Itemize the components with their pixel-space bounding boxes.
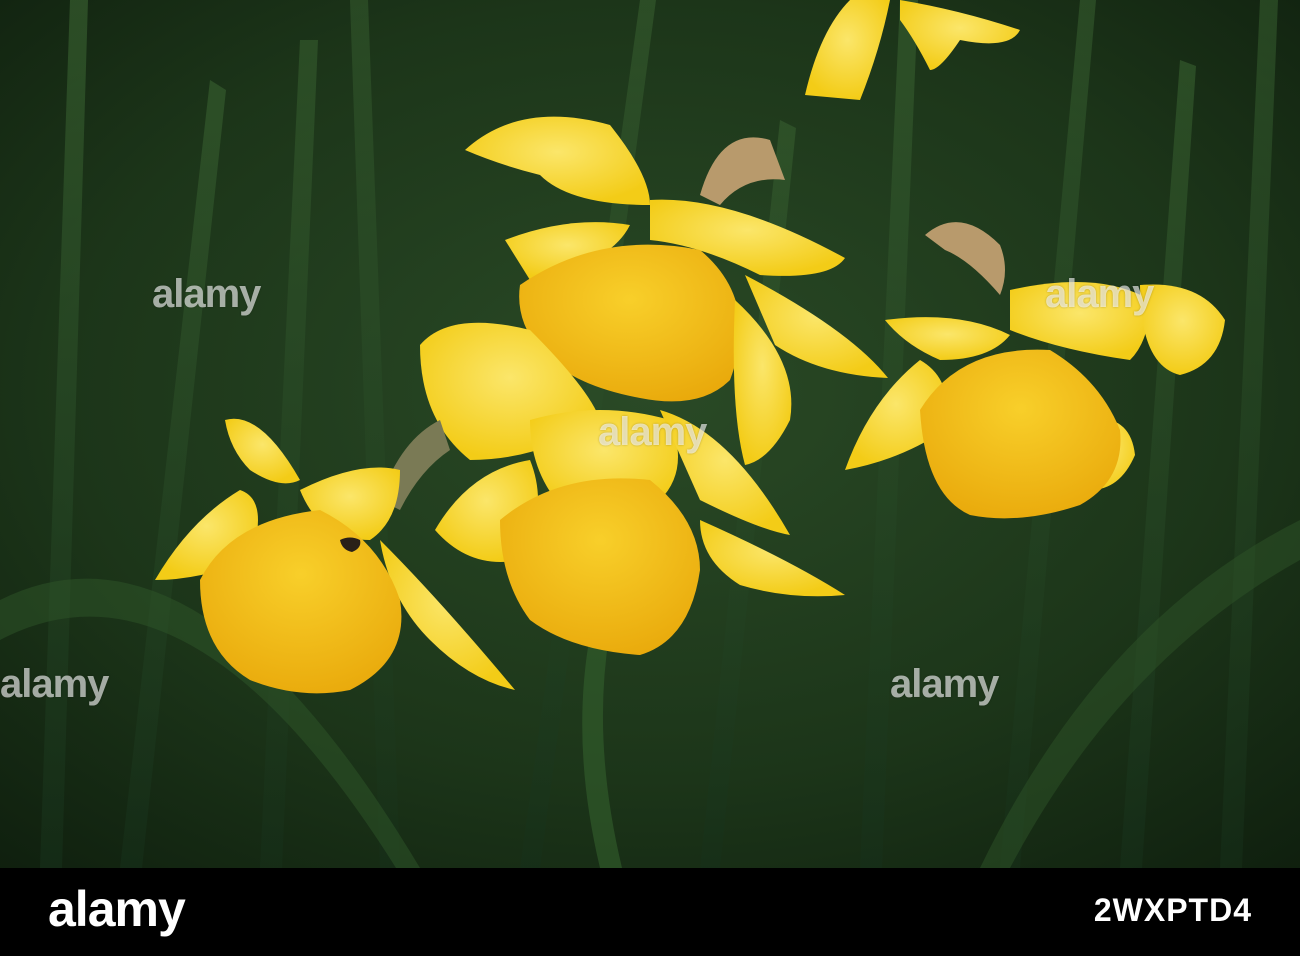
image-id: 2WXPTD4 [1093, 892, 1252, 928]
watermark: alamy [152, 272, 261, 316]
footer-logo: alamy [48, 881, 186, 937]
watermark: alamy [598, 410, 707, 454]
watermark: alamy [1045, 272, 1154, 316]
watermark: alamy [0, 662, 109, 706]
daffodil-photo: alamy alamy alamy alamy alamy [0, 0, 1300, 868]
watermark: alamy [890, 662, 999, 706]
